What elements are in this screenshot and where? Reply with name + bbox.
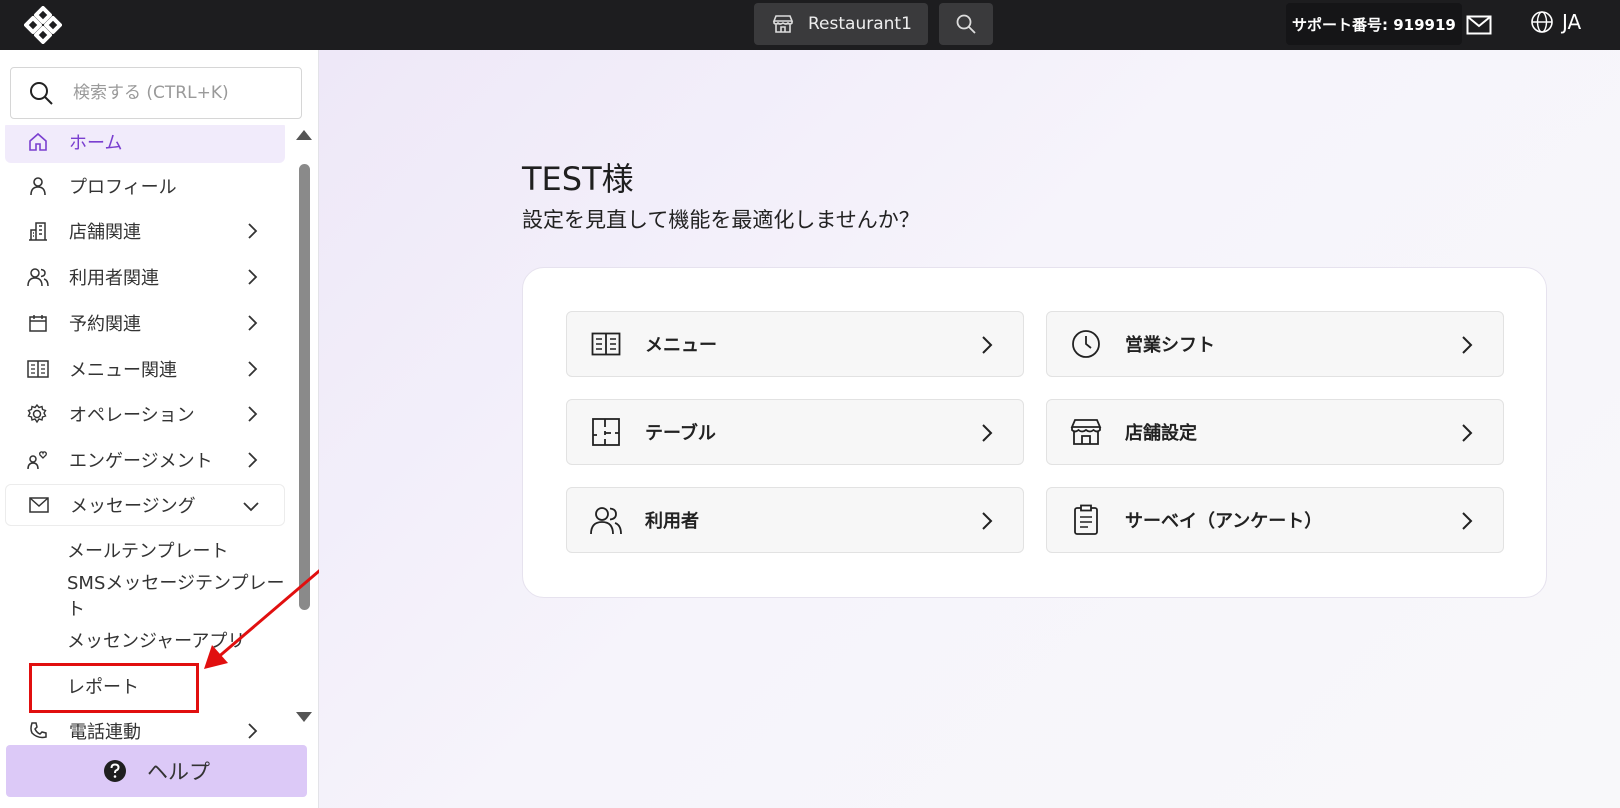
users-icon (589, 503, 623, 537)
sidebar-search-input[interactable] (71, 82, 295, 104)
tile-label: 店舗設定 (1125, 423, 1197, 444)
chevron-right-icon (248, 269, 258, 285)
chevron-down-icon (243, 502, 259, 512)
user-icon (27, 175, 49, 197)
sidebar-item-label: メッセージング (70, 496, 196, 517)
chevron-right-icon (982, 512, 993, 530)
chevron-right-icon (982, 424, 993, 442)
chevron-right-icon (1462, 424, 1473, 442)
phone-icon (27, 720, 49, 742)
greeting-title: TEST様 (522, 160, 634, 198)
help-label: ヘルプ (147, 760, 210, 784)
mail-icon (28, 494, 50, 516)
chevron-right-icon (248, 361, 258, 377)
sidebar-item-label: 予約関連 (69, 314, 141, 335)
sidebar-item-operations[interactable]: オペレーション (5, 393, 285, 435)
tile-menu[interactable]: メニュー (566, 311, 1024, 377)
sidebar-item-label: メニュー関連 (69, 360, 177, 381)
tile-label: テーブル (645, 423, 716, 444)
sidebar-item-label: ホーム (69, 133, 123, 154)
chevron-right-icon (248, 406, 258, 422)
chevron-right-icon (982, 336, 993, 354)
quick-settings-card: メニュー 営業シフト テーブル 店舗設定 利用者 サーベイ（アンケート） (522, 267, 1547, 598)
storefront-icon (772, 15, 794, 33)
home-icon (27, 131, 49, 153)
app-logo-icon[interactable] (24, 6, 62, 44)
main-content: TEST様 設定を見直して機能を最適化しませんか？ メニュー 営業シフト テーブ… (319, 50, 1620, 808)
support-number: サポート番号: 919919 (1286, 3, 1462, 45)
sidebar-item-profile[interactable]: プロフィール (5, 165, 285, 207)
tile-survey[interactable]: サーベイ（アンケート） (1046, 487, 1504, 553)
search-icon (30, 82, 53, 105)
chevron-right-icon (248, 723, 258, 739)
store-name: Restaurant1 (808, 14, 912, 34)
globe-icon (1531, 11, 1553, 33)
chevron-right-icon (1462, 512, 1473, 530)
clock-icon (1069, 327, 1103, 361)
tile-business-shift[interactable]: 営業シフト (1046, 311, 1504, 377)
chevron-right-icon (248, 223, 258, 239)
tile-label: サーベイ（アンケート） (1125, 511, 1323, 532)
sidebar-item-users[interactable]: 利用者関連 (5, 256, 285, 298)
tile-table[interactable]: テーブル (566, 399, 1024, 465)
language-code: JA (1562, 10, 1582, 34)
table-layout-icon (589, 415, 623, 449)
sidebar-search[interactable] (10, 67, 302, 119)
sidebar-item-store[interactable]: 店舗関連 (5, 210, 285, 252)
chevron-right-icon (248, 315, 258, 331)
scroll-up-arrow-icon[interactable] (296, 130, 312, 140)
menu-book-icon (589, 327, 623, 361)
tile-label: 利用者 (645, 511, 699, 532)
inbox-button[interactable] (1464, 11, 1494, 39)
help-icon (104, 760, 126, 782)
tile-label: メニュー (645, 335, 717, 356)
search-icon (956, 14, 976, 34)
tile-label: 営業シフト (1125, 335, 1215, 356)
top-bar: Restaurant1 サポート番号: 919919 JA (0, 0, 1620, 50)
annotation-highlight-box (29, 663, 199, 713)
help-button[interactable]: ヘルプ (6, 745, 307, 797)
calendar-icon (27, 312, 49, 334)
sidebar-item-menu[interactable]: メニュー関連 (5, 348, 285, 390)
scroll-down-arrow-icon[interactable] (296, 712, 312, 722)
users-icon (27, 266, 49, 288)
sidebar-item-label: 店舗関連 (69, 222, 141, 243)
chevron-right-icon (248, 452, 258, 468)
language-selector[interactable]: JA (1530, 10, 1581, 34)
sidebar-item-label: 利用者関連 (69, 268, 159, 289)
tile-users[interactable]: 利用者 (566, 487, 1024, 553)
building-icon (27, 220, 49, 242)
store-selector-button[interactable]: Restaurant1 (754, 3, 928, 45)
sidebar-item-reservations[interactable]: 予約関連 (5, 302, 285, 344)
sidebar-item-label: 電話連動 (69, 722, 141, 743)
sidebar-item-label: プロフィール (69, 177, 177, 198)
sidebar-item-home[interactable]: ホーム (5, 125, 285, 163)
mail-icon (1466, 15, 1492, 35)
tile-store-settings[interactable]: 店舗設定 (1046, 399, 1504, 465)
sidebar-item-engagement[interactable]: エンゲージメント (5, 439, 285, 481)
sidebar-item-label: エンゲージメント (69, 451, 213, 472)
global-search-button[interactable] (939, 3, 993, 45)
engagement-icon (27, 449, 49, 471)
gear-icon (27, 403, 49, 425)
chevron-right-icon (1462, 336, 1473, 354)
menu-book-icon (27, 358, 49, 380)
greeting-subtitle: 設定を見直して機能を最適化しませんか？ (522, 208, 920, 232)
storefront-icon (1069, 415, 1103, 449)
clipboard-icon (1069, 503, 1103, 537)
sidebar-item-messaging[interactable]: メッセージング (5, 484, 285, 526)
sidebar-item-label: オペレーション (69, 405, 195, 426)
